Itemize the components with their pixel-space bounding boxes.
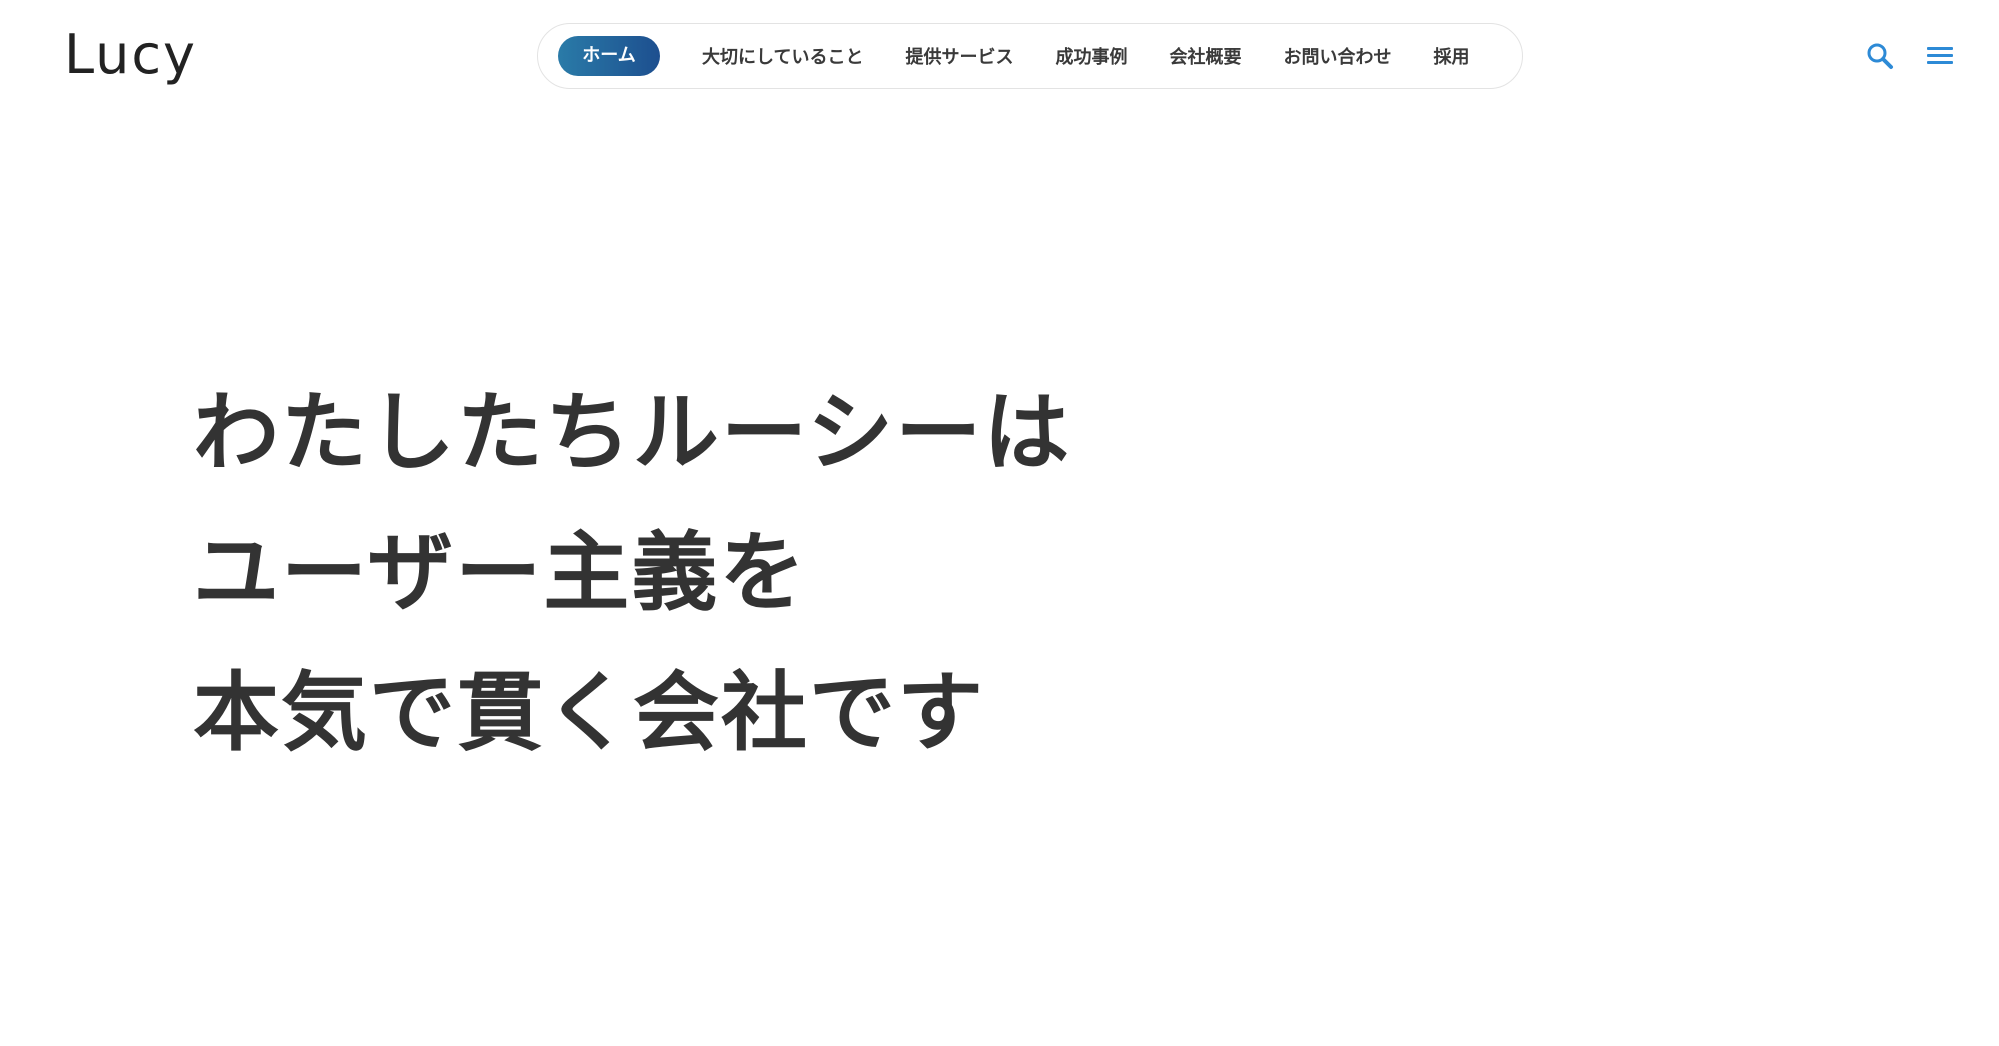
hamburger-menu-icon-graphic — [1927, 47, 1953, 64]
site-logo[interactable]: Lucy — [64, 22, 197, 88]
main-nav: ホーム 大切にしていること 提供サービス 成功事例 会社概要 お問い合わせ 採用 — [537, 23, 1523, 89]
hamburger-menu-icon[interactable] — [1924, 40, 1956, 72]
hero-line-3: 本気で貫く会社です — [193, 663, 985, 763]
nav-item-cases[interactable]: 成功事例 — [1055, 43, 1127, 69]
nav-item-recruit[interactable]: 採用 — [1433, 43, 1469, 69]
nav-item-values[interactable]: 大切にしていること — [702, 43, 863, 69]
hero-section: わたしたちルーシーは ユーザー主義を 本気で貫く会社です — [193, 390, 1071, 810]
nav-item-home[interactable]: ホーム — [558, 36, 660, 76]
search-icon-graphic — [1867, 43, 1893, 69]
search-icon[interactable] — [1864, 40, 1896, 72]
hero-line-2: ユーザー主義を — [193, 523, 808, 623]
page: Lucy ホーム 大切にしていること 提供サービス 成功事例 会社概要 お問い合… — [0, 0, 1999, 1046]
nav-item-services[interactable]: 提供サービス — [905, 43, 1013, 69]
hero-line-1: わたしたちルーシーは — [193, 383, 1072, 483]
nav-item-company[interactable]: 会社概要 — [1169, 43, 1241, 69]
nav-item-contact[interactable]: お問い合わせ — [1283, 43, 1391, 69]
